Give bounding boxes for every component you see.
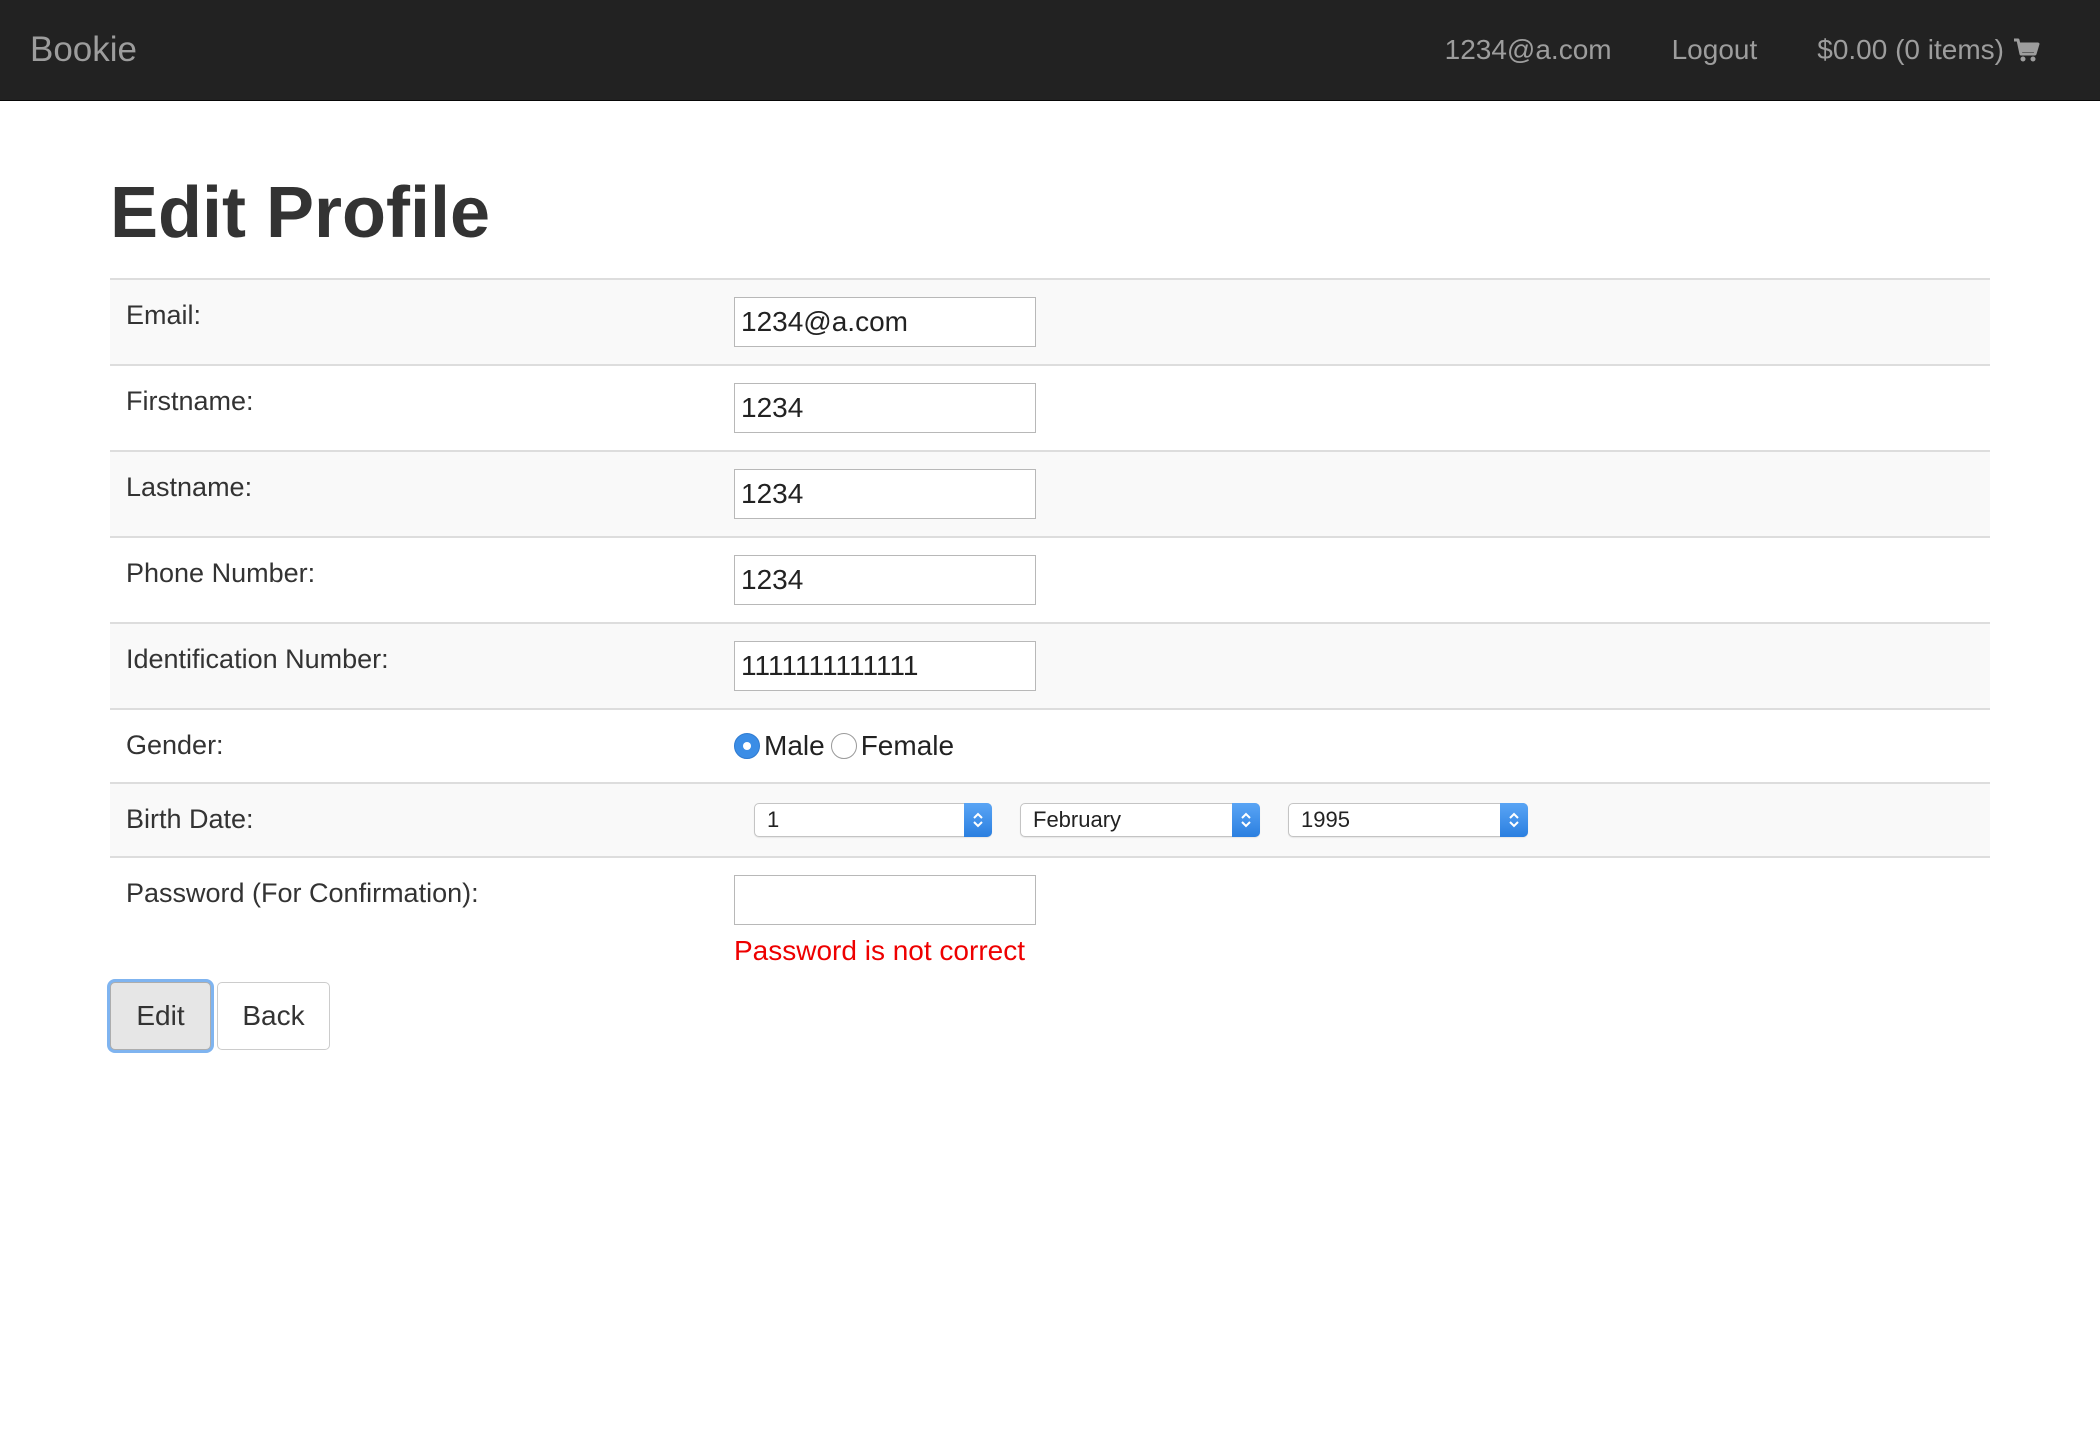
birth-month-select[interactable]: February xyxy=(1020,803,1260,837)
gender-male-label[interactable]: Male xyxy=(764,730,825,762)
phone-field[interactable] xyxy=(734,555,1036,605)
profile-form-table: Email: Firstname: Lastname: Phone Number… xyxy=(110,278,1990,977)
select-arrows-icon xyxy=(1232,803,1260,837)
email-label: Email: xyxy=(110,278,734,365)
gender-female-label[interactable]: Female xyxy=(861,730,954,762)
logout-link[interactable]: Logout xyxy=(1672,34,1758,66)
password-label: Password (For Confirmation): xyxy=(110,856,734,977)
navbar: Bookie 1234@a.com Logout $0.00 (0 items) xyxy=(0,0,2100,101)
lastname-row: Lastname: xyxy=(110,450,1990,537)
birth-year-select[interactable]: 1995 xyxy=(1288,803,1528,837)
edit-button[interactable]: Edit xyxy=(110,982,211,1050)
birth-date-row: Birth Date: 1 February 1995 xyxy=(110,782,1990,857)
shopping-cart-icon xyxy=(2012,36,2040,64)
phone-label: Phone Number: xyxy=(110,536,734,623)
id-number-label: Identification Number: xyxy=(110,622,734,709)
gender-row: Gender: Male Female xyxy=(110,708,1990,783)
gender-label: Gender: xyxy=(110,708,734,783)
email-field[interactable] xyxy=(734,297,1036,347)
firstname-label: Firstname: xyxy=(110,364,734,451)
gender-radio-group: Male Female xyxy=(734,710,1990,782)
lastname-label: Lastname: xyxy=(110,450,734,537)
birth-day-value: 1 xyxy=(767,807,780,832)
firstname-field[interactable] xyxy=(734,383,1036,433)
id-number-field[interactable] xyxy=(734,641,1036,691)
gender-male-radio[interactable] xyxy=(734,733,760,759)
birth-month-value: February xyxy=(1033,807,1122,832)
password-row: Password (For Confirmation): Password is… xyxy=(110,856,1990,977)
birth-date-label: Birth Date: xyxy=(110,782,734,857)
birth-day-select[interactable]: 1 xyxy=(754,803,992,837)
brand-link[interactable]: Bookie xyxy=(30,0,137,100)
back-button[interactable]: Back xyxy=(217,982,330,1050)
password-field[interactable] xyxy=(734,875,1036,925)
select-arrows-icon xyxy=(964,803,992,837)
id-number-row: Identification Number: xyxy=(110,622,1990,709)
navbar-right: 1234@a.com Logout $0.00 (0 items) xyxy=(1385,0,2040,100)
page-title: Edit Profile xyxy=(110,173,491,253)
birth-year-value: 1995 xyxy=(1301,807,1350,832)
lastname-field[interactable] xyxy=(734,469,1036,519)
firstname-row: Firstname: xyxy=(110,364,1990,451)
birth-date-selects: 1 February 1995 xyxy=(734,784,1990,856)
password-error-message: Password is not correct xyxy=(734,935,1025,966)
gender-female-radio[interactable] xyxy=(830,733,857,759)
cart-link[interactable]: $0.00 (0 items) xyxy=(1817,34,2040,66)
user-email-link[interactable]: 1234@a.com xyxy=(1445,34,1612,66)
cart-summary: $0.00 (0 items) xyxy=(1817,34,2004,65)
phone-row: Phone Number: xyxy=(110,536,1990,623)
email-row: Email: xyxy=(110,278,1990,365)
select-arrows-icon xyxy=(1500,803,1528,837)
